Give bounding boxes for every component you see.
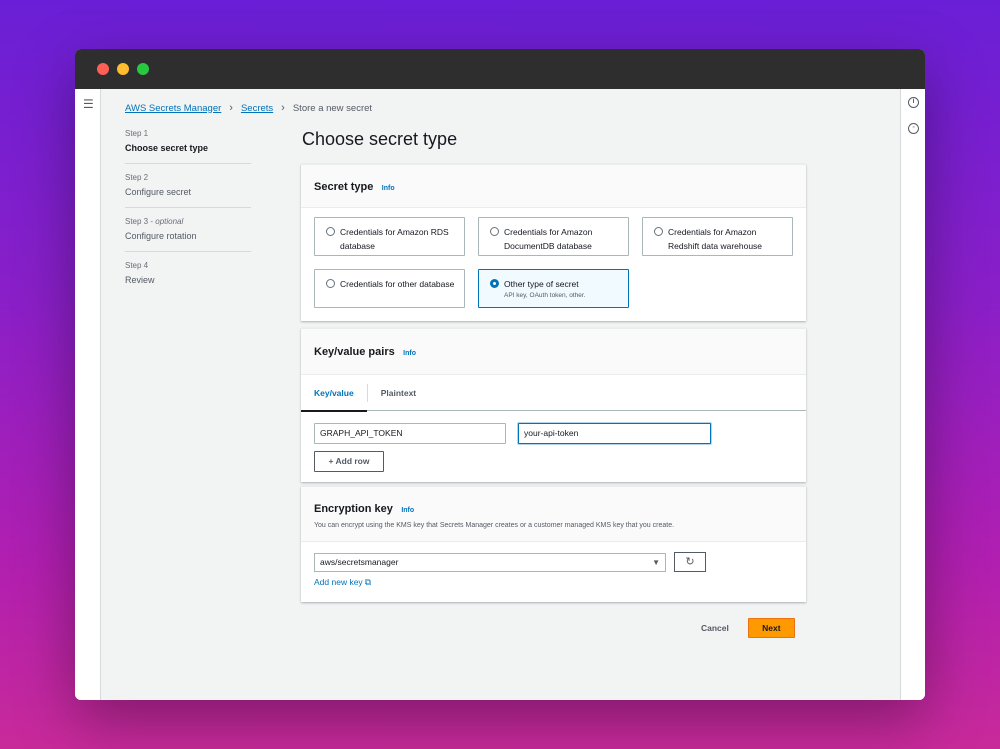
add-new-key-label: Add new key bbox=[314, 577, 363, 587]
tab-key-value[interactable]: Key/value bbox=[301, 375, 367, 412]
info-link[interactable]: Info bbox=[401, 507, 414, 514]
panel-header: Encryption key Info You can encrypt usin… bbox=[301, 487, 806, 542]
caret-down-icon: ▼ bbox=[652, 557, 660, 567]
option-label: Other type of secret bbox=[504, 279, 579, 289]
browser-window: ☰ i ◦ AWS Secrets Manager › Secrets › St… bbox=[75, 49, 925, 700]
window-titlebar bbox=[75, 49, 925, 89]
radio-button[interactable] bbox=[326, 279, 335, 288]
radio-button[interactable] bbox=[490, 227, 499, 236]
option-label: Credentials for other database bbox=[340, 279, 455, 289]
kv-row: GRAPH_API_TOKEN your-api-token bbox=[314, 423, 793, 444]
external-link-icon: ⧉ bbox=[364, 577, 372, 587]
breadcrumb-current: Store a new secret bbox=[292, 102, 373, 114]
step-title: Configure secret bbox=[125, 187, 192, 197]
panel-header: Key/value pairs Info bbox=[301, 329, 806, 375]
settings-icon[interactable]: ◦ bbox=[908, 123, 919, 134]
radio-button[interactable] bbox=[326, 227, 335, 236]
radio-button-selected[interactable] bbox=[490, 279, 499, 288]
breadcrumb-secrets-manager[interactable]: AWS Secrets Manager bbox=[125, 103, 221, 114]
hamburger-menu-icon[interactable]: ☰ bbox=[83, 98, 94, 110]
kv-tabs: Key/value Plaintext bbox=[301, 375, 806, 412]
option-label: Credentials for Amazon Redshift data war… bbox=[668, 227, 763, 251]
step-number: Step 3 - optional bbox=[125, 217, 184, 226]
panel-title: Encryption key bbox=[314, 503, 393, 515]
option-other-secret-type[interactable]: Other type of secret API key, OAuth toke… bbox=[478, 269, 629, 308]
panel-title: Secret type bbox=[314, 181, 374, 193]
info-circle-icon[interactable]: i bbox=[908, 97, 919, 108]
panel-description: You can encrypt using the KMS key that S… bbox=[314, 522, 675, 529]
option-rds-credentials[interactable]: Credentials for Amazon RDS database bbox=[314, 217, 465, 256]
step-optional-label: optional bbox=[155, 217, 184, 226]
refresh-keys-button[interactable]: ↻ bbox=[674, 552, 706, 572]
cancel-button[interactable]: Cancel bbox=[701, 623, 729, 633]
key-value-panel: Key/value pairs Info Key/value Plaintext… bbox=[301, 328, 806, 482]
navigation-rail: ☰ bbox=[75, 89, 101, 700]
close-window-button[interactable] bbox=[97, 63, 109, 75]
minimize-window-button[interactable] bbox=[117, 63, 129, 75]
option-redshift-credentials[interactable]: Credentials for Amazon Redshift data war… bbox=[642, 217, 793, 256]
panel-header: Secret type Info bbox=[301, 165, 806, 208]
selected-key: aws/secretsmanager bbox=[320, 556, 399, 567]
add-new-key-link[interactable]: Add new key ⧉ bbox=[314, 577, 371, 588]
wizard-step-3: Step 3 - optional Configure rotation bbox=[125, 217, 251, 252]
breadcrumb: AWS Secrets Manager › Secrets › Store a … bbox=[125, 102, 372, 114]
page-title: Choose secret type bbox=[302, 129, 458, 149]
kv-editor: GRAPH_API_TOKEN your-api-token + Add row bbox=[301, 411, 806, 482]
step-title: Configure rotation bbox=[125, 231, 197, 241]
next-button[interactable]: Next bbox=[747, 618, 795, 638]
option-description: API key, OAuth token, other. bbox=[504, 292, 586, 299]
secret-value-input[interactable]: your-api-token bbox=[518, 423, 711, 444]
option-label: Credentials for Amazon DocumentDB databa… bbox=[504, 227, 593, 251]
step-number-text: Step 3 bbox=[125, 217, 149, 226]
step-number: Step 4 bbox=[125, 261, 149, 270]
maximize-window-button[interactable] bbox=[137, 63, 149, 75]
tools-rail: i ◦ bbox=[900, 89, 925, 700]
wizard-step-2: Step 2 Configure secret bbox=[125, 173, 251, 208]
wizard-step-4: Step 4 Review bbox=[125, 261, 251, 295]
encryption-key-select[interactable]: aws/secretsmanager ▼ bbox=[314, 552, 666, 572]
refresh-icon: ↻ bbox=[685, 556, 695, 568]
chevron-right-icon: › bbox=[229, 102, 233, 114]
info-link[interactable]: Info bbox=[403, 350, 416, 357]
breadcrumb-secrets[interactable]: Secrets bbox=[241, 103, 273, 114]
secret-type-options: Credentials for Amazon RDS database Cred… bbox=[301, 208, 806, 321]
option-documentdb-credentials[interactable]: Credentials for Amazon DocumentDB databa… bbox=[478, 217, 629, 256]
panel-title: Key/value pairs bbox=[314, 346, 395, 358]
secret-type-panel: Secret type Info Credentials for Amazon … bbox=[301, 164, 806, 321]
tab-plaintext[interactable]: Plaintext bbox=[366, 384, 429, 402]
option-label: Credentials for Amazon RDS database bbox=[340, 227, 449, 251]
step-title: Review bbox=[125, 275, 155, 285]
wizard-step-1: Step 1 Choose secret type bbox=[125, 129, 251, 164]
add-row-button[interactable]: + Add row bbox=[314, 451, 384, 472]
step-title: Choose secret type bbox=[125, 143, 209, 153]
step-number: Step 2 bbox=[125, 173, 149, 182]
option-other-database-credentials[interactable]: Credentials for other database bbox=[314, 269, 465, 308]
wizard-actions: Cancel Next bbox=[701, 618, 795, 638]
info-link[interactable]: Info bbox=[382, 185, 395, 192]
secret-key-input[interactable]: GRAPH_API_TOKEN bbox=[314, 423, 506, 444]
step-number: Step 1 bbox=[125, 129, 149, 138]
encryption-key-row: aws/secretsmanager ▼ ↻ bbox=[314, 552, 793, 572]
encryption-key-body: aws/secretsmanager ▼ ↻ Add new key ⧉ bbox=[301, 542, 806, 602]
encryption-key-panel: Encryption key Info You can encrypt usin… bbox=[301, 486, 806, 602]
chevron-right-icon: › bbox=[281, 102, 285, 114]
wizard-steps: Step 1 Choose secret type Step 2 Configu… bbox=[125, 129, 251, 304]
radio-button[interactable] bbox=[654, 227, 663, 236]
